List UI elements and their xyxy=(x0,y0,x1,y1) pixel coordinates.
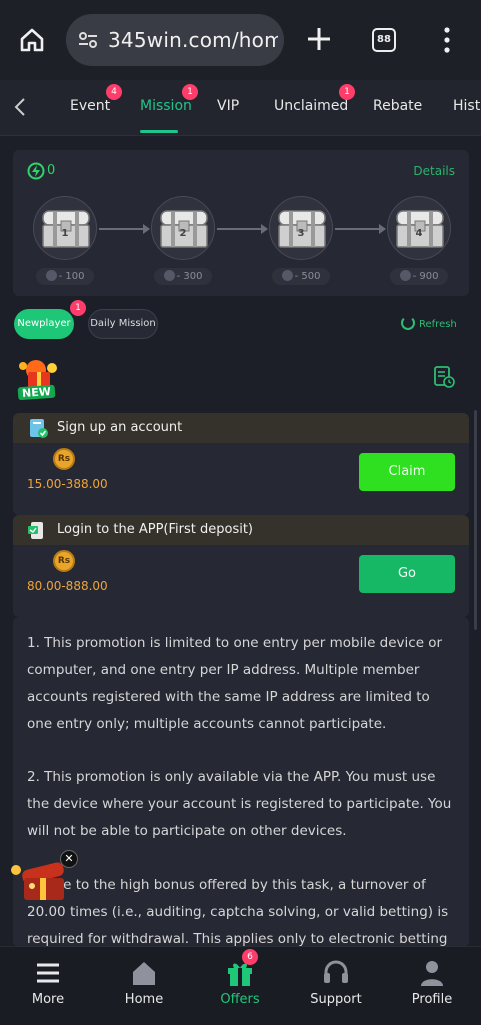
chest-number: 3 xyxy=(297,228,305,239)
tab-rebate[interactable]: Rebate xyxy=(373,98,422,114)
more-options-icon[interactable] xyxy=(440,24,454,56)
chest-requirement: - 300 xyxy=(154,268,212,285)
headset-icon xyxy=(324,960,348,983)
bottom-navigation: More Home 6 Offers Support Profile xyxy=(0,946,481,1025)
task-card: Rs 15.00-388.00 Claim xyxy=(13,443,469,515)
refresh-button[interactable]: Refresh xyxy=(401,316,457,330)
chest-1[interactable]: 1 xyxy=(33,196,97,260)
bolt-icon xyxy=(163,270,175,281)
tab-event[interactable]: Event xyxy=(70,98,110,114)
nav-label: Home xyxy=(124,992,164,1007)
requirement-value: - 900 xyxy=(412,271,439,282)
nav-offers[interactable]: 6 Offers xyxy=(192,947,288,1025)
daily-mission-tab[interactable]: Daily Mission xyxy=(88,309,158,339)
go-button[interactable]: Go xyxy=(359,555,455,593)
scrollbar[interactable] xyxy=(474,410,477,630)
mission-badge: 1 xyxy=(182,84,198,100)
requirement-value: - 100 xyxy=(58,271,85,282)
tab-unclaimed[interactable]: Unclaimed xyxy=(274,98,348,114)
back-chevron-icon[interactable] xyxy=(10,96,30,118)
browser-toolbar: 345win.com/home/t 88 xyxy=(0,0,481,80)
task-header: Login to the APP(First deposit) xyxy=(13,515,469,545)
nav-label: Offers xyxy=(220,992,260,1007)
active-tab-indicator xyxy=(140,130,178,133)
offers-badge: 6 xyxy=(242,949,258,965)
chest-requirement: - 500 xyxy=(272,268,330,285)
url-text: 345win.com/home/t xyxy=(108,28,278,52)
tab-vip[interactable]: VIP xyxy=(217,98,239,114)
nav-support[interactable]: Support xyxy=(288,947,384,1025)
nav-label: Profile xyxy=(411,992,453,1007)
new-badge: NEW xyxy=(17,384,56,401)
chest-number: 4 xyxy=(415,228,423,239)
task-title: Login to the APP(First deposit) xyxy=(57,522,253,537)
requirement-value: - 500 xyxy=(294,271,321,282)
chest-4[interactable]: 4 xyxy=(387,196,451,260)
record-list-icon[interactable] xyxy=(433,366,455,388)
tab-switcher-button[interactable]: 88 xyxy=(372,28,396,52)
category-tabs: Event 4 Mission 1 VIP Unclaimed 1 Rebate… xyxy=(0,80,481,136)
user-icon xyxy=(421,961,443,986)
energy-bolt-icon xyxy=(27,162,45,180)
task-card: Rs 80.00-888.00 Go xyxy=(13,545,469,617)
progress-arrow xyxy=(99,224,150,234)
progress-arrow xyxy=(335,224,386,234)
menu-icon xyxy=(37,963,59,983)
rupee-coin-icon: Rs xyxy=(53,448,75,470)
requirement-value: - 300 xyxy=(176,271,203,282)
bolt-icon xyxy=(399,270,411,281)
app-download-icon xyxy=(28,522,43,539)
reward-range: 15.00-388.00 xyxy=(27,477,108,491)
nav-label: More xyxy=(31,992,65,1007)
newplayer-tab[interactable]: Newplayer xyxy=(14,309,74,339)
refresh-label: Refresh xyxy=(419,319,457,330)
site-settings-icon[interactable] xyxy=(78,30,98,50)
energy-value: 0 xyxy=(47,163,56,178)
clipboard-check-icon xyxy=(30,419,48,438)
rupee-coin-icon: Rs xyxy=(53,550,75,572)
chest-requirement: - 100 xyxy=(36,268,94,285)
address-bar[interactable]: 345win.com/home/t xyxy=(66,14,284,66)
rule-paragraph: 3. Due to the high bonus offered by this… xyxy=(27,877,449,947)
tab-history[interactable]: Histo xyxy=(453,98,481,114)
details-link[interactable]: Details xyxy=(413,164,455,178)
mission-progress-panel: 0 Details 1 2 3 4 - 100 - 300 - 500 - 90… xyxy=(13,150,469,296)
nav-more[interactable]: More xyxy=(0,947,96,1025)
home-icon xyxy=(133,962,155,985)
nav-label: Support xyxy=(310,992,362,1007)
chest-requirement: - 900 xyxy=(390,268,448,285)
promotion-rules: 1. This promotion is limited to one entr… xyxy=(13,617,469,947)
chest-number: 2 xyxy=(179,228,187,239)
close-icon[interactable]: ✕ xyxy=(60,850,78,868)
reward-range: 80.00-888.00 xyxy=(27,579,108,593)
refresh-icon xyxy=(401,316,415,330)
event-badge: 4 xyxy=(106,84,122,100)
rule-paragraph: 1. This promotion is limited to one entr… xyxy=(27,635,443,732)
nav-profile[interactable]: Profile xyxy=(384,947,480,1025)
nav-home[interactable]: Home xyxy=(96,947,192,1025)
new-tab-icon[interactable] xyxy=(304,24,334,54)
chest-3[interactable]: 3 xyxy=(269,196,333,260)
bolt-icon xyxy=(281,270,293,281)
unclaimed-badge: 1 xyxy=(339,84,355,100)
bolt-icon xyxy=(45,270,57,281)
task-header: Sign up an account xyxy=(13,413,469,443)
progress-arrow xyxy=(217,224,268,234)
chest-number: 1 xyxy=(61,228,69,239)
rule-paragraph: 2. This promotion is only available via … xyxy=(27,769,452,839)
home-icon[interactable] xyxy=(18,26,46,54)
newplayer-badge: 1 xyxy=(70,300,86,316)
claim-button[interactable]: Claim xyxy=(359,453,455,491)
chest-2[interactable]: 2 xyxy=(151,196,215,260)
task-title: Sign up an account xyxy=(57,420,183,435)
tab-mission[interactable]: Mission xyxy=(140,98,192,114)
